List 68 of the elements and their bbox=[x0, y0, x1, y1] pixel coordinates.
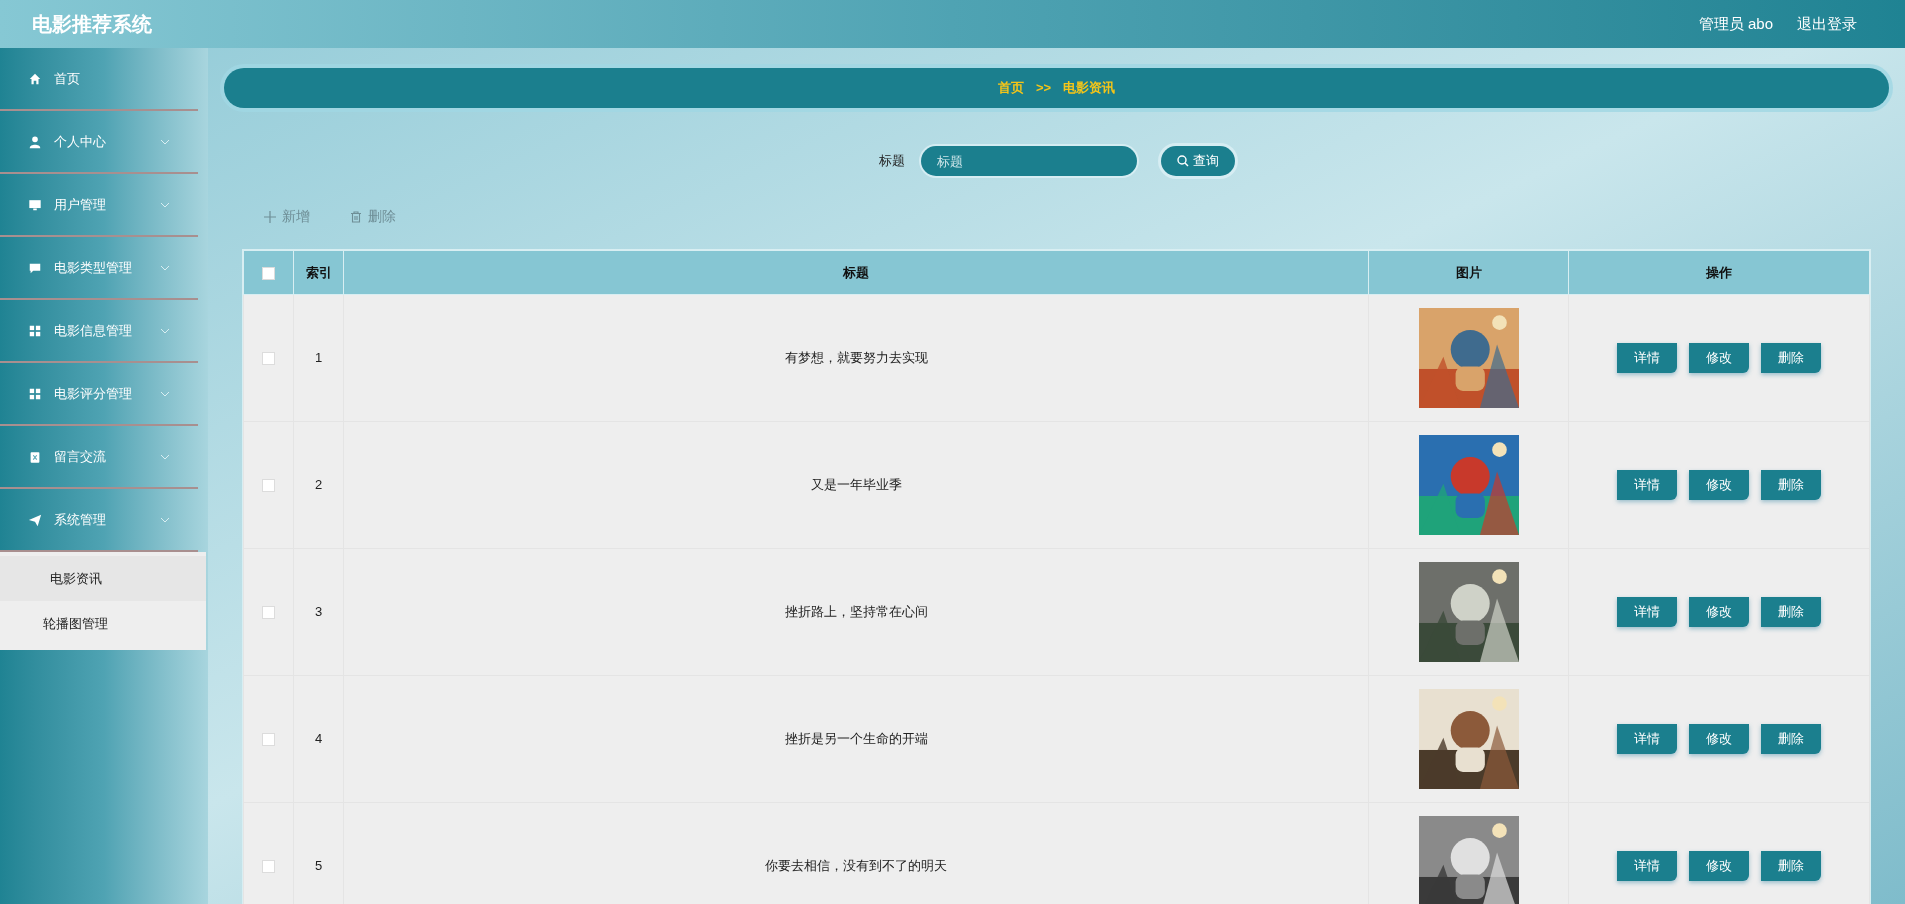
table-cell: 3 bbox=[293, 548, 344, 676]
edit-button[interactable]: 修改 bbox=[1689, 343, 1749, 373]
logout-link[interactable]: 退出登录 bbox=[1797, 12, 1857, 36]
chevron-icon bbox=[160, 138, 170, 145]
edit-button[interactable]: 修改 bbox=[1689, 724, 1749, 754]
sidebar-item[interactable]: 首页 bbox=[0, 48, 198, 111]
details-button[interactable]: 详情 bbox=[1617, 470, 1677, 500]
table-cell: 1 bbox=[293, 294, 344, 422]
clipboard-icon bbox=[28, 449, 42, 464]
grid-icon bbox=[28, 386, 42, 401]
details-button[interactable]: 详情 bbox=[1617, 343, 1677, 373]
chevron-icon bbox=[160, 264, 170, 271]
delete-button[interactable]: 删除 bbox=[1761, 470, 1821, 500]
sidebar-item[interactable]: 电影信息管理 bbox=[0, 300, 198, 363]
search-button[interactable]: 查询 bbox=[1160, 146, 1235, 176]
chevron-icon bbox=[160, 516, 170, 523]
edit-button[interactable]: 修改 bbox=[1689, 851, 1749, 881]
breadcrumb-link[interactable]: 电影资讯 bbox=[1063, 78, 1116, 98]
submenu-item[interactable]: 轮播图管理 bbox=[0, 601, 206, 646]
grid-icon bbox=[28, 323, 42, 338]
table-cell: 有梦想，就要努力去实现 bbox=[343, 294, 1369, 422]
sidebar-item[interactable]: 留言交流 bbox=[0, 426, 198, 489]
app-title: 电影推荐系统 bbox=[32, 12, 152, 37]
user-name: 管理员 abo bbox=[1698, 13, 1773, 34]
column-header: 索引 bbox=[293, 250, 344, 295]
table-cell: 挫折路上，坚持常在心间 bbox=[343, 548, 1369, 676]
table-cell: 挫折是另一个生命的开端 bbox=[343, 675, 1369, 803]
column-header: 操作 bbox=[1568, 250, 1870, 295]
sidebar-item[interactable]: 电影类型管理 bbox=[0, 237, 198, 300]
sidebar-item[interactable]: 个人中心 bbox=[0, 111, 198, 174]
chevron-icon bbox=[160, 201, 170, 208]
delete-button[interactable]: 删除 bbox=[1761, 343, 1821, 373]
chevron-icon bbox=[160, 390, 170, 397]
breadcrumb-separator: >> bbox=[1035, 79, 1052, 98]
checkbox[interactable] bbox=[262, 606, 275, 620]
sidebar-item[interactable]: 电影评分管理 bbox=[0, 363, 198, 426]
chevron-icon bbox=[160, 453, 170, 460]
home-icon bbox=[28, 71, 42, 86]
sidebar-item[interactable]: 用户管理 bbox=[0, 174, 198, 237]
checkbox[interactable] bbox=[262, 479, 275, 493]
column-header: 标题 bbox=[343, 250, 1369, 295]
table-cell: 4 bbox=[293, 675, 344, 803]
edit-button[interactable]: 修改 bbox=[1689, 470, 1749, 500]
user-icon bbox=[28, 134, 42, 149]
monitor-icon bbox=[28, 197, 42, 212]
chevron-icon bbox=[160, 327, 170, 334]
search-icon bbox=[1176, 155, 1189, 167]
column-header: 图片 bbox=[1368, 250, 1569, 295]
submenu-item[interactable]: 电影资讯 bbox=[0, 556, 206, 601]
trash-icon bbox=[350, 210, 362, 223]
details-button[interactable]: 详情 bbox=[1617, 851, 1677, 881]
delete-button[interactable]: 删除 bbox=[1761, 724, 1821, 754]
search-label: 标题 bbox=[878, 152, 905, 171]
table-cell: 2 bbox=[293, 421, 344, 549]
delete-button[interactable]: 删除 bbox=[1761, 851, 1821, 881]
table-cell: 又是一年毕业季 bbox=[343, 421, 1369, 549]
checkbox[interactable] bbox=[262, 860, 275, 874]
checkbox[interactable] bbox=[262, 352, 275, 366]
details-button[interactable]: 详情 bbox=[1617, 724, 1677, 754]
details-button[interactable]: 详情 bbox=[1617, 597, 1677, 627]
edit-button[interactable]: 修改 bbox=[1689, 597, 1749, 627]
checkbox[interactable] bbox=[262, 266, 275, 280]
delete-button[interactable]: 删除 bbox=[1761, 597, 1821, 627]
search-field[interactable]: 标题 bbox=[920, 146, 1137, 176]
plus-icon bbox=[264, 210, 276, 223]
paper-plane-icon bbox=[28, 512, 42, 527]
checkbox[interactable] bbox=[262, 733, 275, 747]
breadcrumb-link[interactable]: 首页 bbox=[997, 78, 1024, 98]
